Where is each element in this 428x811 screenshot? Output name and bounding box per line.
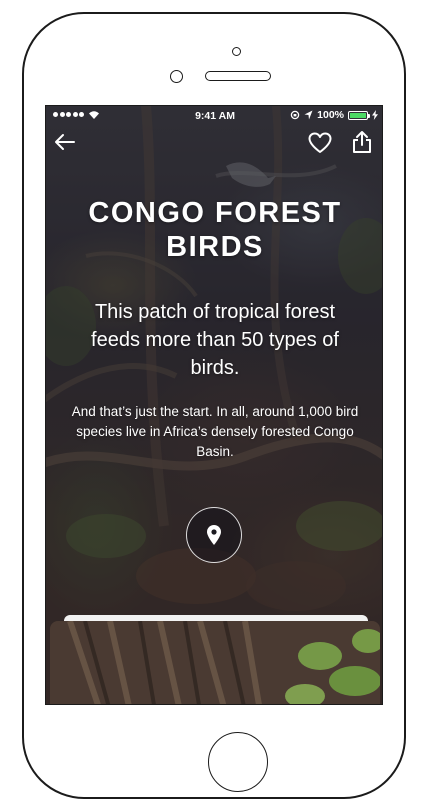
proximity-sensor	[170, 70, 183, 83]
arrow-left-icon	[55, 134, 75, 150]
location-arrow-icon	[304, 110, 313, 120]
share-button[interactable]	[352, 130, 372, 158]
map-pin-icon	[207, 525, 221, 545]
share-icon	[353, 131, 371, 153]
status-right-group: 100%	[290, 109, 378, 121]
next-card-preview[interactable]	[50, 621, 380, 704]
location-button[interactable]	[186, 507, 242, 563]
status-bar: 9:41 AM 100%	[46, 106, 382, 126]
back-button[interactable]	[54, 133, 76, 155]
page-description: And that’s just the start. In all, aroun…	[71, 404, 359, 459]
front-camera	[232, 47, 241, 56]
earpiece-speaker	[205, 71, 271, 81]
home-button[interactable]	[208, 732, 268, 792]
battery-icon	[348, 110, 370, 120]
app-screen: 9:41 AM 100% CONGO FOREST BIRDS This pat…	[45, 105, 383, 705]
page-subtitle: This patch of tropical forest feeds more…	[91, 301, 339, 379]
page-title: CONGO FOREST BIRDS	[88, 197, 342, 263]
heart-icon	[308, 132, 332, 153]
favorite-button[interactable]	[308, 132, 332, 158]
charging-bolt-icon	[372, 110, 378, 120]
orientation-lock-icon	[290, 110, 300, 120]
next-card-image	[50, 621, 380, 704]
battery-percent: 100%	[317, 109, 344, 121]
